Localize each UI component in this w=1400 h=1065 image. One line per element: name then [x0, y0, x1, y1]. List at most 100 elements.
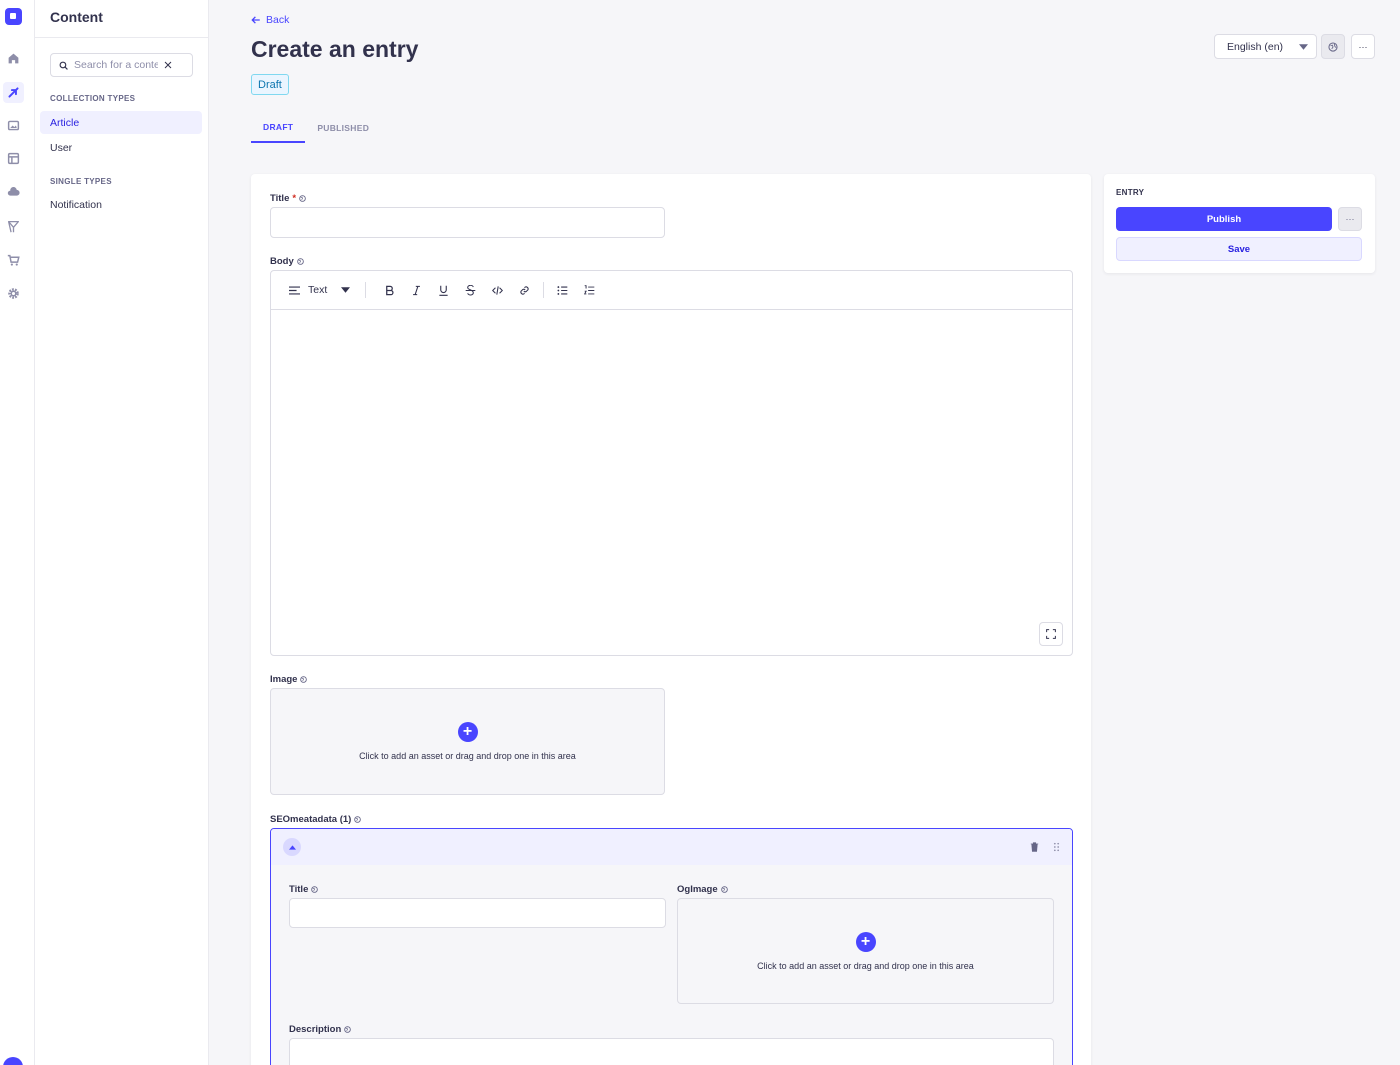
bulleted-list-icon — [557, 285, 568, 295]
collection-types-label: COLLECTION TYPES — [50, 94, 136, 103]
user-avatar[interactable] — [3, 1057, 23, 1065]
block-type-value: Text — [308, 284, 328, 296]
dropzone-text: Click to add an asset or drag and drop o… — [359, 751, 576, 761]
italic-icon — [413, 285, 421, 295]
add-asset-plus-icon: + — [457, 722, 478, 742]
nav-item-article[interactable]: Article — [40, 111, 202, 134]
header-more-button[interactable]: ··· — [1351, 34, 1375, 59]
dropzone-text: Click to add an asset or drag and drop o… — [757, 960, 974, 971]
deploy-icon[interactable] — [3, 216, 24, 237]
marketplace-cart-icon[interactable] — [3, 250, 24, 271]
nav-item-notification[interactable]: Notification — [40, 193, 202, 216]
strikethrough-button[interactable] — [457, 280, 484, 300]
toolbar-separator — [543, 282, 545, 298]
tab-published[interactable]: PUBLISHED — [305, 113, 381, 143]
bold-button[interactable] — [376, 280, 403, 300]
ogimage-field-label: OgImage — [677, 884, 728, 895]
image-dropzone[interactable]: + Click to add an asset or drag and drop… — [270, 688, 665, 795]
locale-globe-button[interactable] — [1321, 34, 1345, 59]
content-subnav: Content COLLECTION TYPES Article User SI… — [35, 0, 209, 1065]
expand-editor-button[interactable] — [1039, 622, 1063, 646]
settings-gear-icon[interactable] — [3, 283, 24, 304]
locale-select[interactable]: English (en) — [1214, 34, 1317, 59]
add-asset-plus-icon: + — [855, 931, 876, 952]
seo-title-field-label: Title — [289, 884, 319, 895]
nav-item-user[interactable]: User — [40, 136, 202, 159]
bold-icon — [386, 285, 394, 295]
back-link[interactable]: Back — [251, 14, 289, 26]
ogimage-dropzone[interactable]: + Click to add an asset or drag and drop… — [677, 898, 1054, 1004]
search-icon — [59, 61, 68, 70]
title-input[interactable] — [270, 207, 665, 238]
caret-down-icon — [1299, 43, 1308, 50]
description-input[interactable] — [289, 1038, 1054, 1065]
paragraph-icon — [289, 285, 300, 295]
arrow-left-icon — [251, 16, 260, 24]
component-field-label: SEOmeatadata (1) — [270, 814, 362, 825]
localized-globe-icon — [300, 676, 308, 683]
draft-published-tabs: DRAFT PUBLISHED — [251, 113, 381, 143]
underline-icon — [439, 285, 448, 296]
strikethrough-icon — [465, 284, 476, 296]
media-library-icon[interactable] — [3, 115, 24, 136]
save-button[interactable]: Save — [1116, 237, 1362, 261]
localized-globe-icon — [296, 258, 304, 265]
component-body: Title OgImage + Click to add an asset or… — [271, 865, 1072, 1065]
chevron-up-icon — [288, 844, 296, 850]
underline-button[interactable] — [430, 280, 457, 300]
trash-icon[interactable] — [1030, 842, 1039, 852]
numbered-list-button[interactable] — [576, 280, 603, 300]
caret-down-icon — [341, 287, 351, 293]
home-icon[interactable] — [3, 48, 24, 69]
block-type-select[interactable]: Text — [289, 284, 351, 296]
entry-more-button[interactable]: ··· — [1338, 207, 1362, 231]
locale-value: English (en) — [1227, 40, 1284, 53]
description-field-label: Description — [289, 1024, 352, 1035]
localized-globe-icon — [344, 1026, 352, 1033]
drag-handle-icon[interactable] — [1053, 842, 1060, 852]
localized-globe-icon — [299, 195, 306, 202]
seo-metadata-component: Title OgImage + Click to add an asset or… — [270, 828, 1073, 1065]
numbered-list-icon — [584, 284, 595, 294]
entry-label: ENTRY — [1116, 188, 1145, 197]
single-types-label: SINGLE TYPES — [50, 177, 112, 186]
cloud-icon[interactable] — [3, 181, 24, 202]
seo-title-input[interactable] — [289, 898, 666, 928]
search-input[interactable] — [74, 59, 158, 71]
rich-text-editor[interactable]: Text — [270, 270, 1073, 656]
tab-draft[interactable]: DRAFT — [251, 113, 306, 143]
globe-icon — [1328, 41, 1338, 52]
entry-actions-card: ENTRY Publish ··· Save — [1104, 174, 1375, 273]
toolbar-separator — [365, 282, 367, 298]
main-nav-rail — [0, 0, 35, 1065]
editor-toolbar: Text — [271, 271, 1072, 310]
title-field-label: Title * — [270, 193, 306, 204]
component-actions — [1030, 842, 1060, 852]
expand-icon — [1046, 629, 1056, 639]
link-button[interactable] — [511, 280, 538, 300]
code-icon — [492, 285, 504, 295]
content-manager-icon[interactable] — [3, 82, 24, 103]
publish-button[interactable]: Publish — [1116, 207, 1332, 231]
collapse-toggle-button[interactable] — [283, 838, 301, 856]
localized-globe-icon — [311, 886, 319, 893]
strapi-logo-icon[interactable] — [5, 8, 22, 25]
subnav-title: Content — [50, 9, 103, 25]
link-icon — [520, 285, 529, 295]
localized-globe-icon — [354, 816, 362, 823]
content-type-builder-icon[interactable] — [3, 148, 24, 169]
subnav-divider — [35, 37, 208, 38]
clear-search-icon[interactable] — [164, 61, 172, 69]
localized-globe-icon — [720, 886, 728, 893]
body-field-label: Body — [270, 256, 304, 267]
code-button[interactable] — [484, 280, 511, 300]
content-type-search[interactable] — [50, 53, 193, 77]
component-header — [271, 829, 1072, 865]
page-title: Create an entry — [251, 36, 419, 62]
back-label: Back — [266, 14, 290, 26]
bulleted-list-button[interactable] — [549, 280, 576, 300]
status-badge: Draft — [251, 74, 289, 95]
image-field-label: Image — [270, 674, 308, 685]
italic-button[interactable] — [403, 280, 430, 300]
entry-form-card: Title * Body Text Image + Click to add a… — [251, 174, 1091, 1065]
